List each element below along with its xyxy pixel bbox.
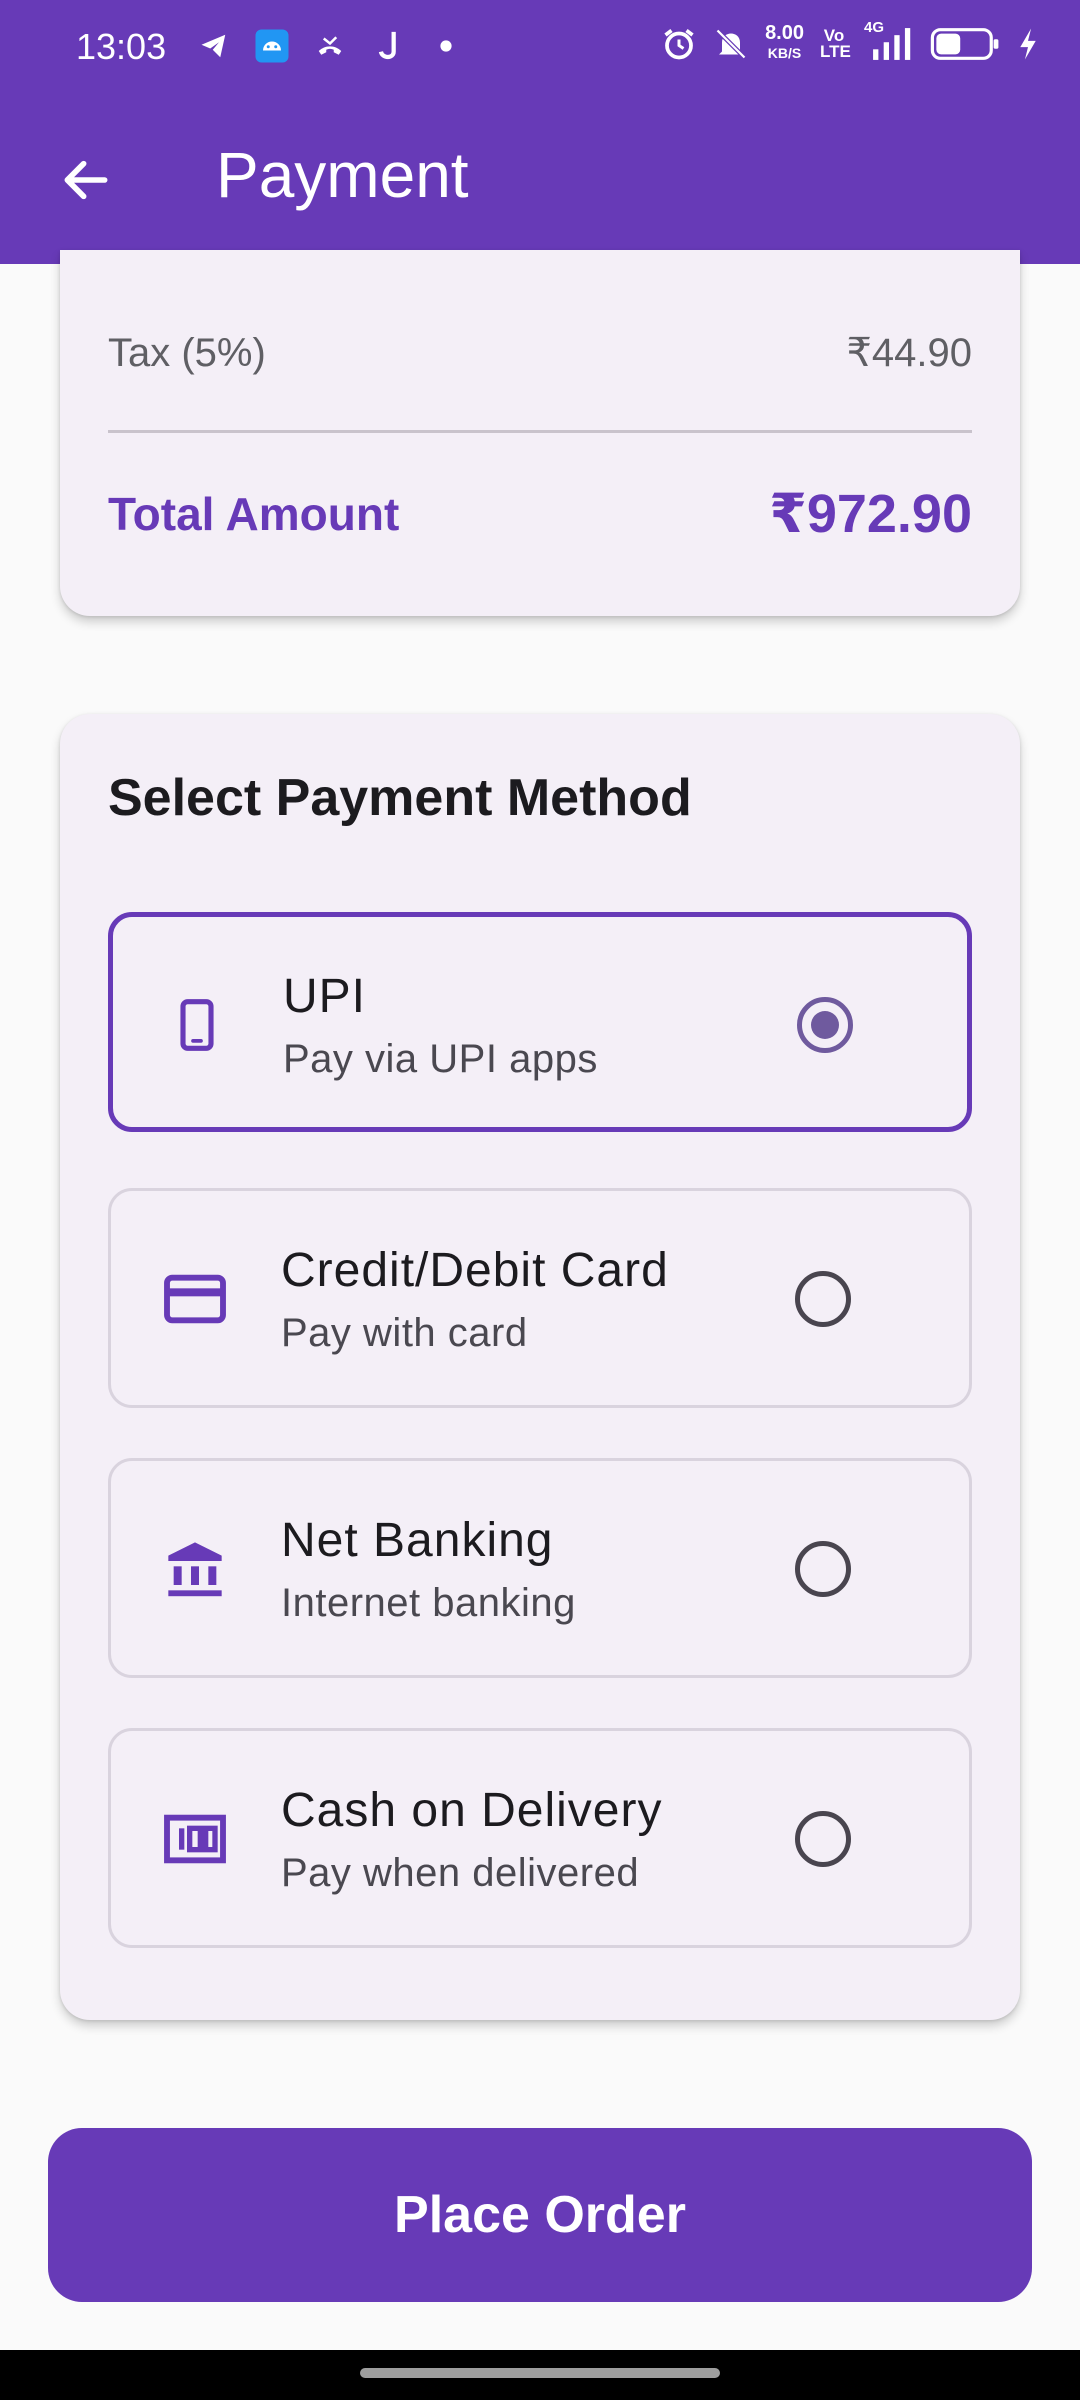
credit-card-icon [163, 1267, 227, 1331]
payment-option-cod[interactable]: Cash on Delivery Pay when delivered [108, 1728, 972, 1948]
radio-card[interactable] [795, 1271, 851, 1327]
total-row: Total Amount ₹972.90 [108, 482, 972, 545]
android-icon [254, 28, 290, 64]
summary-divider [108, 430, 972, 433]
radio-cod[interactable] [795, 1811, 851, 1867]
tax-label: Tax (5%) [108, 330, 266, 375]
net-speed: 8.00 KB/S [765, 22, 804, 63]
option-subtitle: Pay with card [281, 1311, 528, 1355]
alarm-icon [661, 26, 697, 62]
signal-icon: 4G [864, 19, 914, 62]
status-right-icons: 8.00 KB/S Vo LTE 4G [661, 19, 1040, 63]
status-time: 13:03 [76, 26, 167, 67]
radio-upi[interactable] [797, 997, 853, 1053]
order-summary-card: Tax (5%) ₹44.90 Total Amount ₹972.90 [60, 250, 1020, 616]
telegram-icon [196, 28, 232, 64]
option-title: Credit/Debit Card [281, 1244, 669, 1297]
page-title: Payment [216, 139, 469, 211]
net-speed-value: 8.00 [765, 22, 804, 44]
missed-call-icon [312, 28, 348, 64]
j-app-icon [370, 28, 406, 64]
volte-label: Vo LTE [820, 25, 851, 61]
option-title: Cash on Delivery [281, 1784, 663, 1837]
network-type: 4G [864, 18, 885, 36]
option-title: UPI [283, 970, 367, 1023]
arrow-back-icon [64, 160, 108, 200]
radio-netbanking[interactable] [795, 1541, 851, 1597]
cash-icon [163, 1807, 227, 1871]
battery-icon [930, 26, 1000, 62]
tax-row: Tax (5%) ₹44.90 [108, 330, 972, 376]
place-order-button[interactable]: Place Order [48, 2128, 1032, 2302]
status-left-icons [196, 28, 464, 64]
option-title: Net Banking [281, 1514, 554, 1567]
payment-option-upi[interactable]: UPI Pay via UPI apps [108, 912, 972, 1132]
option-subtitle: Pay via UPI apps [283, 1037, 598, 1081]
phone-icon [165, 993, 229, 1057]
charging-icon [1016, 26, 1040, 62]
back-button[interactable] [44, 138, 128, 222]
status-bar: 13:03 8.00 KB/S Vo LTE 4G [0, 0, 1080, 96]
total-label: Total Amount [108, 487, 400, 540]
tax-value: ₹44.90 [846, 331, 972, 375]
total-value: ₹972.90 [769, 484, 972, 544]
bank-icon [163, 1537, 227, 1601]
option-subtitle: Internet banking [281, 1581, 576, 1625]
navigation-bar [0, 2350, 1080, 2400]
mute-icon [713, 26, 749, 62]
payment-option-netbanking[interactable]: Net Banking Internet banking [108, 1458, 972, 1678]
payment-method-card: Select Payment Method UPI Pay via UPI ap… [60, 714, 1020, 2020]
home-gesture-handle[interactable] [360, 2368, 720, 2378]
payment-method-title: Select Payment Method [108, 769, 692, 827]
net-speed-unit: KB/S [767, 45, 802, 61]
dot-icon [428, 28, 464, 64]
app-bar: Payment [0, 96, 1080, 264]
payment-option-card[interactable]: Credit/Debit Card Pay with card [108, 1188, 972, 1408]
option-subtitle: Pay when delivered [281, 1851, 640, 1895]
